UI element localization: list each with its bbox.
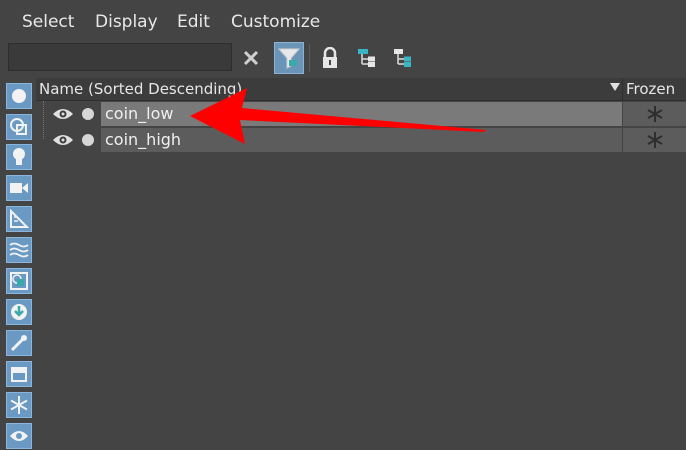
frozen-filter-button[interactable] — [6, 392, 32, 418]
light-bulb-icon — [13, 148, 25, 165]
xref-icon — [11, 304, 27, 320]
lock-button[interactable] — [315, 42, 345, 74]
bone-icon — [10, 335, 27, 352]
light-filter-button[interactable] — [6, 144, 32, 170]
shape-filter-button[interactable] — [6, 114, 32, 140]
box-icon — [11, 367, 27, 382]
scene-explorer: Name (Sorted Descending) Frozen coin_low… — [36, 78, 686, 450]
menu-edit[interactable]: Edit — [177, 12, 210, 32]
xref-filter-button[interactable] — [6, 299, 32, 325]
column-header: Name (Sorted Descending) Frozen — [36, 78, 686, 101]
menu-customize[interactable]: Customize — [231, 12, 320, 32]
hidden-filter-button[interactable] — [6, 423, 32, 449]
object-name: coin_high — [105, 130, 182, 149]
eye-icon — [10, 431, 28, 441]
hierarchy-button[interactable] — [352, 42, 382, 74]
geometry-filter-button[interactable] — [6, 83, 32, 109]
clear-search-button[interactable] — [236, 42, 266, 74]
group-icon — [10, 272, 28, 290]
name-column-header[interactable]: Name (Sorted Descending) — [39, 80, 242, 98]
render-toggle-dot[interactable] — [82, 134, 94, 146]
snowflake-icon — [10, 396, 28, 414]
waves-icon — [9, 242, 29, 258]
helper-filter-button[interactable] — [6, 206, 32, 232]
frozen-cell[interactable] — [623, 102, 686, 126]
camera-filter-button[interactable] — [6, 175, 32, 201]
close-icon — [243, 50, 259, 66]
menu-bar: Select Display Edit Customize — [0, 0, 686, 44]
camera-icon — [10, 183, 28, 193]
frozen-column-header[interactable]: Frozen — [626, 80, 675, 98]
hierarchy-icon — [358, 49, 375, 67]
eye-icon[interactable] — [52, 107, 74, 121]
table-row[interactable]: coin_low — [36, 102, 686, 126]
group-filter-button[interactable] — [6, 268, 32, 294]
sort-dropdown-icon[interactable] — [610, 83, 620, 91]
container-filter-button[interactable] — [6, 361, 32, 387]
table-row[interactable]: coin_high — [36, 128, 686, 152]
spacewarp-filter-button[interactable] — [6, 237, 32, 263]
menu-select[interactable]: Select — [22, 12, 74, 32]
object-name: coin_low — [105, 104, 174, 123]
filter-sidebar — [4, 82, 34, 450]
render-toggle-dot[interactable] — [82, 108, 94, 120]
eye-icon[interactable] — [52, 133, 74, 147]
hierarchy-alt-icon — [394, 49, 411, 67]
row-name-cell[interactable]: coin_low — [101, 102, 622, 126]
toolbar — [0, 40, 686, 76]
tree-line — [43, 101, 45, 139]
shapes-icon — [10, 118, 27, 135]
sphere-icon — [12, 89, 26, 103]
row-name-cell[interactable]: coin_high — [101, 128, 622, 152]
lock-icon — [323, 47, 337, 68]
bone-filter-button[interactable] — [6, 330, 32, 356]
snowflake-icon — [647, 106, 662, 122]
filter-button[interactable] — [274, 42, 304, 74]
ruler-icon — [10, 209, 29, 228]
search-input[interactable] — [8, 43, 232, 71]
filter-icon — [277, 48, 301, 69]
snowflake-icon — [647, 132, 662, 148]
hierarchy-alt-button[interactable] — [388, 42, 418, 74]
menu-display[interactable]: Display — [95, 12, 158, 32]
frozen-cell[interactable] — [623, 128, 686, 152]
